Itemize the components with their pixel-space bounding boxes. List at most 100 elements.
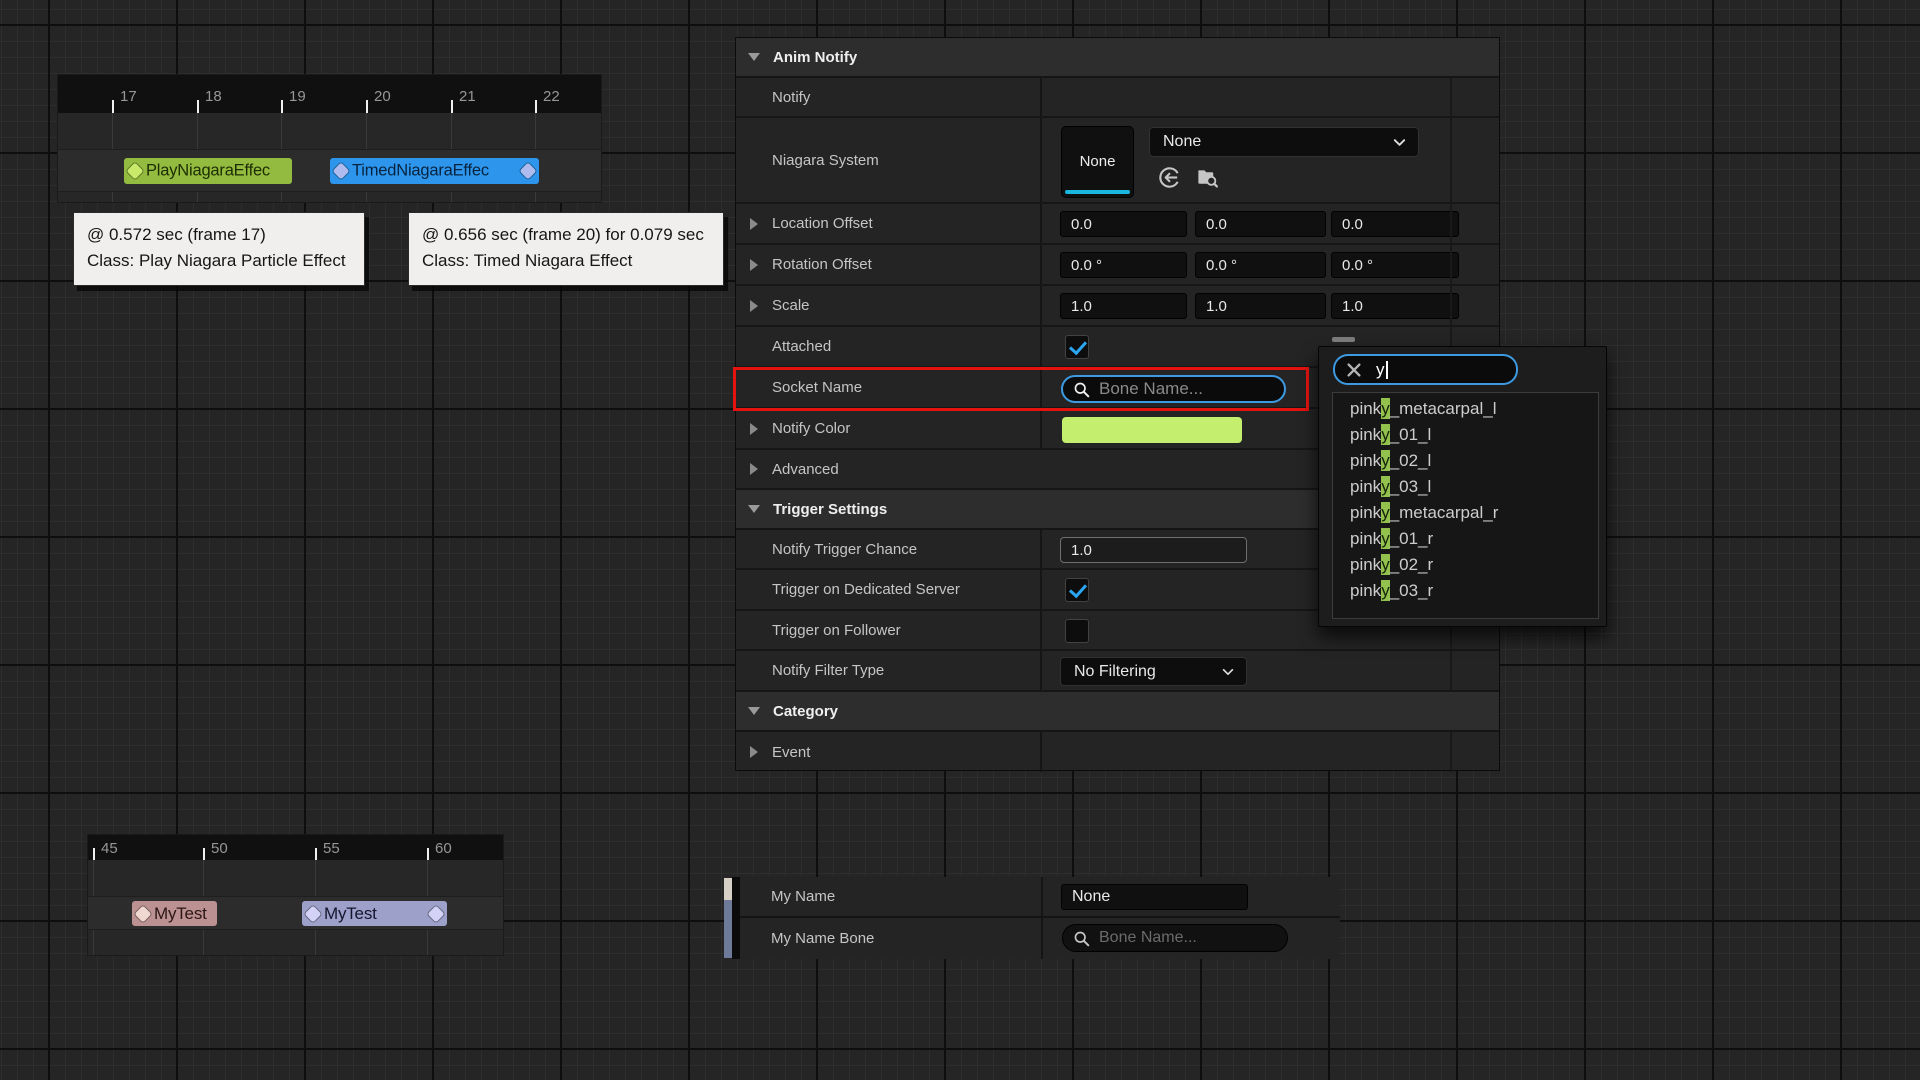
trigger-follower-checkbox[interactable]	[1065, 619, 1089, 643]
column-divider	[1450, 245, 1452, 284]
tick-mark	[203, 848, 205, 860]
bone-list-item[interactable]: pinky_01_l	[1333, 422, 1598, 448]
bone-search-field[interactable]: y	[1333, 354, 1518, 385]
scale-x-field[interactable]	[1060, 293, 1187, 319]
section-category[interactable]: Category	[736, 692, 1499, 732]
location-offset-label: Location Offset	[772, 215, 873, 232]
rotation-x-field[interactable]	[1060, 252, 1187, 278]
notify-color-label: Notify Color	[772, 420, 850, 437]
scrollbar[interactable]	[724, 878, 732, 958]
notify-timed-niagara-effect[interactable]: TimedNiagaraEffec	[330, 158, 539, 184]
column-divider	[1450, 286, 1452, 325]
notify-label: MyTest	[154, 904, 207, 924]
notify-tooltip: @ 0.656 sec (frame 20) for 0.079 sec Cla…	[408, 212, 724, 286]
browse-to-asset-icon[interactable]	[1195, 166, 1219, 189]
expander-icon[interactable]	[750, 746, 758, 758]
column-divider	[1450, 118, 1452, 202]
notify-diamond-icon[interactable]	[305, 905, 322, 922]
notify-duration-diamond-icon[interactable]	[428, 905, 445, 922]
collapse-arrow-icon[interactable]	[748, 505, 760, 513]
attached-label: Attached	[772, 338, 831, 355]
match-highlight: y	[1381, 580, 1390, 601]
tick-label: 22	[543, 88, 560, 105]
row-niagara-system: Niagara System None None	[736, 118, 1499, 204]
section-anim-notify[interactable]: Anim Notify	[736, 38, 1499, 78]
my-name-field[interactable]	[1061, 884, 1248, 910]
scale-z-field[interactable]	[1331, 293, 1459, 319]
niagara-system-dropdown[interactable]: None	[1149, 127, 1419, 157]
my-name-bone-placeholder: Bone Name...	[1099, 929, 1197, 947]
expander-icon[interactable]	[750, 259, 758, 271]
notify-duration-diamond-icon[interactable]	[520, 163, 537, 180]
bone-list-item[interactable]: pinky_02_r	[1333, 552, 1598, 578]
tick-label: 20	[374, 88, 391, 105]
tooltip-time: @ 0.656 sec (frame 20) for 0.079 sec	[422, 222, 710, 248]
notify-filter-type-dropdown[interactable]: No Filtering	[1060, 657, 1247, 686]
column-divider	[1450, 204, 1452, 243]
timeline-ruler[interactable]: 17 18 19 20 21 22	[58, 75, 601, 113]
scrollbar-thumb[interactable]	[724, 878, 732, 900]
notify-diamond-icon[interactable]	[135, 905, 152, 922]
section-title: Anim Notify	[773, 49, 857, 66]
notify-mytest-1[interactable]: MyTest	[132, 901, 217, 926]
bone-search-query: y	[1376, 360, 1385, 380]
notify-label: PlayNiagaraEffec	[146, 162, 270, 181]
attached-checkbox[interactable]	[1065, 335, 1089, 359]
expander-icon[interactable]	[750, 300, 758, 312]
chevron-down-icon	[1221, 665, 1235, 679]
bone-list-item[interactable]: pinky_metacarpal_r	[1333, 500, 1598, 526]
row-notify-filter-type: Notify Filter Type No Filtering	[736, 651, 1499, 692]
trigger-chance-field[interactable]	[1060, 537, 1247, 563]
match-highlight: y	[1381, 450, 1390, 471]
notify-play-niagara-effect[interactable]: PlayNiagaraEffec	[124, 158, 292, 184]
location-z-field[interactable]	[1331, 211, 1459, 237]
expander-icon[interactable]	[750, 423, 758, 435]
location-y-field[interactable]	[1195, 211, 1326, 237]
column-divider	[1450, 78, 1452, 116]
expander-icon[interactable]	[750, 218, 758, 230]
niagara-system-label: Niagara System	[772, 152, 879, 169]
filter-type-label: Notify Filter Type	[772, 662, 884, 679]
clear-search-icon[interactable]	[1345, 361, 1363, 379]
notify-diamond-icon[interactable]	[127, 163, 144, 180]
notify-mytest-2[interactable]: MyTest	[302, 901, 447, 926]
bone-list-item[interactable]: pinky_03_r	[1333, 578, 1598, 604]
trigger-chance-label: Notify Trigger Chance	[772, 541, 917, 558]
bone-picker-popup: y pinky_metacarpal_l pinky_01_l pinky_02…	[1318, 346, 1607, 627]
rotation-y-field[interactable]	[1195, 252, 1326, 278]
tick-label: 45	[101, 840, 118, 857]
bone-list-item[interactable]: pinky_03_l	[1333, 474, 1598, 500]
bone-list-item[interactable]: pinky_metacarpal_l	[1333, 396, 1598, 422]
use-selected-asset-icon[interactable]	[1158, 166, 1181, 189]
bone-list-item[interactable]: pinky_01_r	[1333, 526, 1598, 552]
notify-color-swatch[interactable]	[1062, 417, 1242, 443]
timeline-ruler[interactable]: 45 50 55 60	[88, 835, 503, 860]
collapse-arrow-icon[interactable]	[748, 707, 760, 715]
tick-mark	[281, 100, 283, 113]
scale-label: Scale	[772, 297, 810, 314]
tick-mark	[535, 100, 537, 113]
match-highlight: y	[1381, 424, 1390, 445]
rotation-offset-label: Rotation Offset	[772, 256, 872, 273]
match-highlight: y	[1381, 476, 1390, 497]
location-x-field[interactable]	[1060, 211, 1187, 237]
my-name-bone-search-field[interactable]: Bone Name...	[1062, 924, 1288, 952]
notify-diamond-icon[interactable]	[333, 163, 350, 180]
collapse-arrow-icon[interactable]	[748, 53, 760, 61]
match-highlight: y	[1381, 528, 1390, 549]
notify-label: TimedNiagaraEffec	[352, 162, 489, 181]
notify-track-bottom: 45 50 55 60 MyTest MyTest	[88, 835, 503, 955]
scale-y-field[interactable]	[1195, 293, 1326, 319]
dedicated-server-label: Trigger on Dedicated Server	[772, 581, 960, 598]
tick-label: 50	[211, 840, 228, 857]
expander-icon[interactable]	[750, 463, 758, 475]
event-label: Event	[772, 744, 810, 761]
tick-mark	[366, 100, 368, 113]
socket-name-highlight-box	[733, 367, 1309, 411]
asset-thumbnail[interactable]: None	[1061, 126, 1134, 198]
bone-list-item[interactable]: pinky_02_l	[1333, 448, 1598, 474]
tick-label: 18	[205, 88, 222, 105]
dedicated-server-checkbox[interactable]	[1065, 578, 1089, 602]
tick-mark	[427, 848, 429, 860]
rotation-z-field[interactable]	[1331, 252, 1459, 278]
